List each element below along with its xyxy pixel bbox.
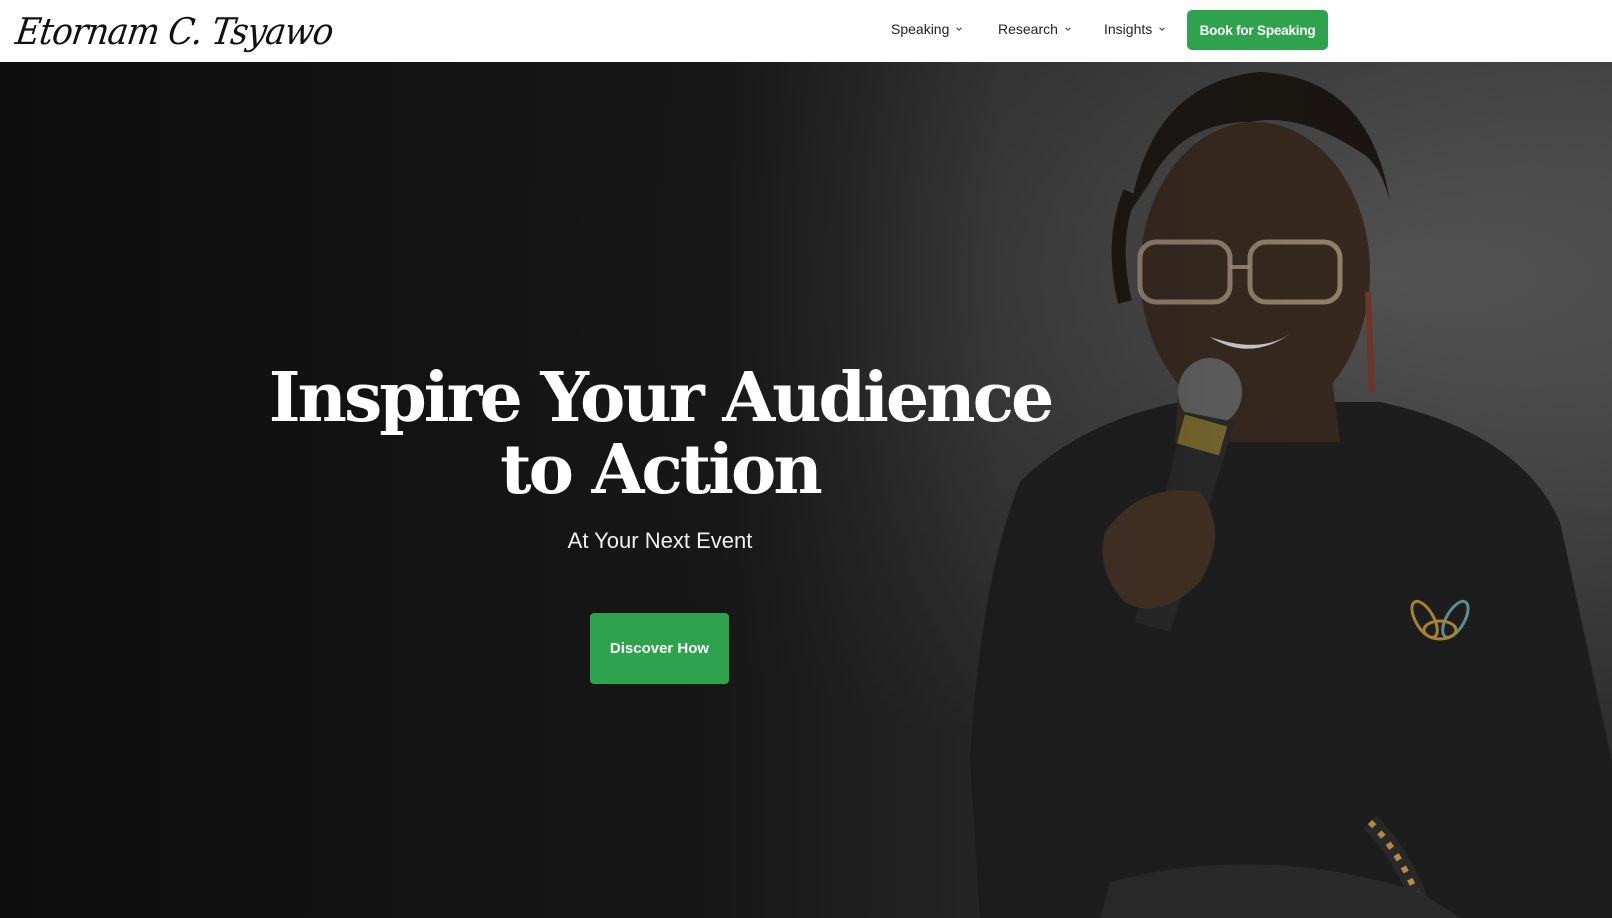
hero-title: Inspire Your Audience to Action: [268, 358, 1055, 510]
hero-subtitle: At Your Next Event: [567, 528, 753, 553]
book-for-speaking-button[interactable]: Book for Speaking: [1187, 10, 1328, 50]
chevron-down-icon: [956, 27, 963, 31]
nav-item-label: Research: [998, 21, 1058, 37]
site-header: Etornam C. Tsyawo Speaking Research Insi…: [0, 0, 1612, 62]
discover-how-button[interactable]: Discover How: [590, 613, 729, 684]
chevron-down-icon: [1159, 27, 1166, 31]
hero-text-block: Inspire Your Audience to Action At Your …: [260, 362, 1060, 554]
main-nav: Speaking Research Insights Book for Spea…: [0, 0, 1612, 62]
nav-item-label: Speaking: [891, 21, 950, 37]
nav-item-label: Insights: [1104, 21, 1153, 37]
nav-item-research[interactable]: Research: [998, 18, 1072, 40]
hero-section: Inspire Your Audience to Action At Your …: [0, 62, 1612, 918]
nav-item-insights[interactable]: Insights: [1104, 18, 1166, 40]
nav-item-speaking[interactable]: Speaking: [891, 18, 963, 40]
chevron-down-icon: [1065, 27, 1071, 31]
page: Etornam C. Tsyawo Speaking Research Insi…: [0, 0, 1612, 918]
